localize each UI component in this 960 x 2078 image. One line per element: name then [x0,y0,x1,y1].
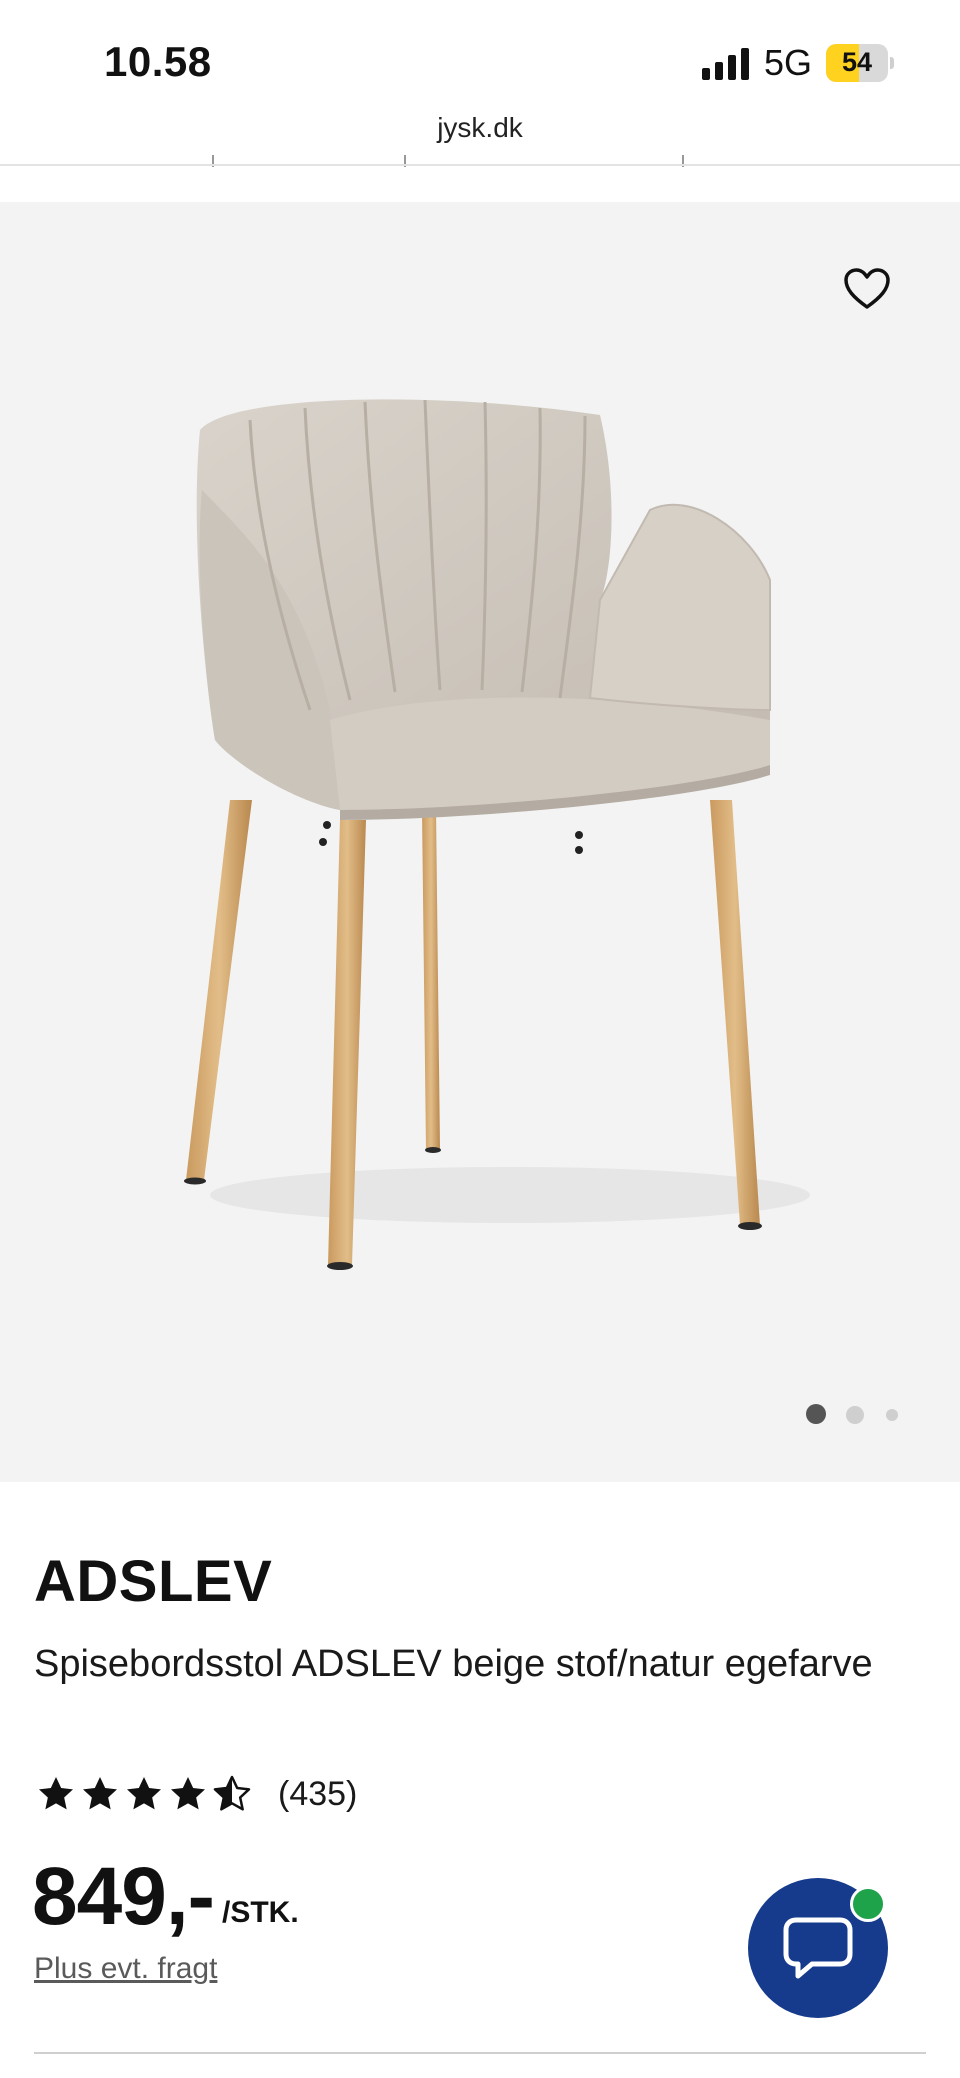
star-full-icon [171,1777,205,1810]
price-unit: /STK. [222,1896,299,1929]
heart-outline-icon[interactable] [843,267,891,311]
pagination-dot[interactable] [886,1409,898,1421]
star-half-icon [213,1775,251,1811]
divider [0,164,960,166]
product-description: Spisebordsstol ADSLEV beige stof/natur e… [34,1643,873,1685]
chat-bubble-icon [783,1917,853,1979]
online-status-dot [850,1886,886,1922]
star-full-icon [39,1777,73,1810]
pagination-dot-active[interactable] [806,1404,826,1424]
cellular-signal-icon [702,48,749,80]
review-count[interactable]: (435) [278,1775,357,1814]
gallery-pagination[interactable] [806,1404,916,1426]
browser-url[interactable]: jysk.dk [0,112,960,144]
battery-icon: 54 [826,44,894,82]
star-full-icon [83,1777,117,1810]
divider [34,2052,926,2054]
status-bar: 10.58 5G 54 [0,0,960,110]
network-type: 5G [764,42,813,83]
pagination-dot[interactable] [846,1406,864,1424]
rating[interactable]: (435) [36,1772,357,1816]
product-brand: ADSLEV [34,1549,273,1614]
battery-percent: 54 [841,47,873,77]
shipping-link[interactable]: Plus evt. fragt [34,1952,217,1986]
star-full-icon [127,1777,161,1810]
status-time: 10.58 [104,38,212,85]
product-image [184,399,810,1270]
product-price: 849,- [32,1851,215,1942]
